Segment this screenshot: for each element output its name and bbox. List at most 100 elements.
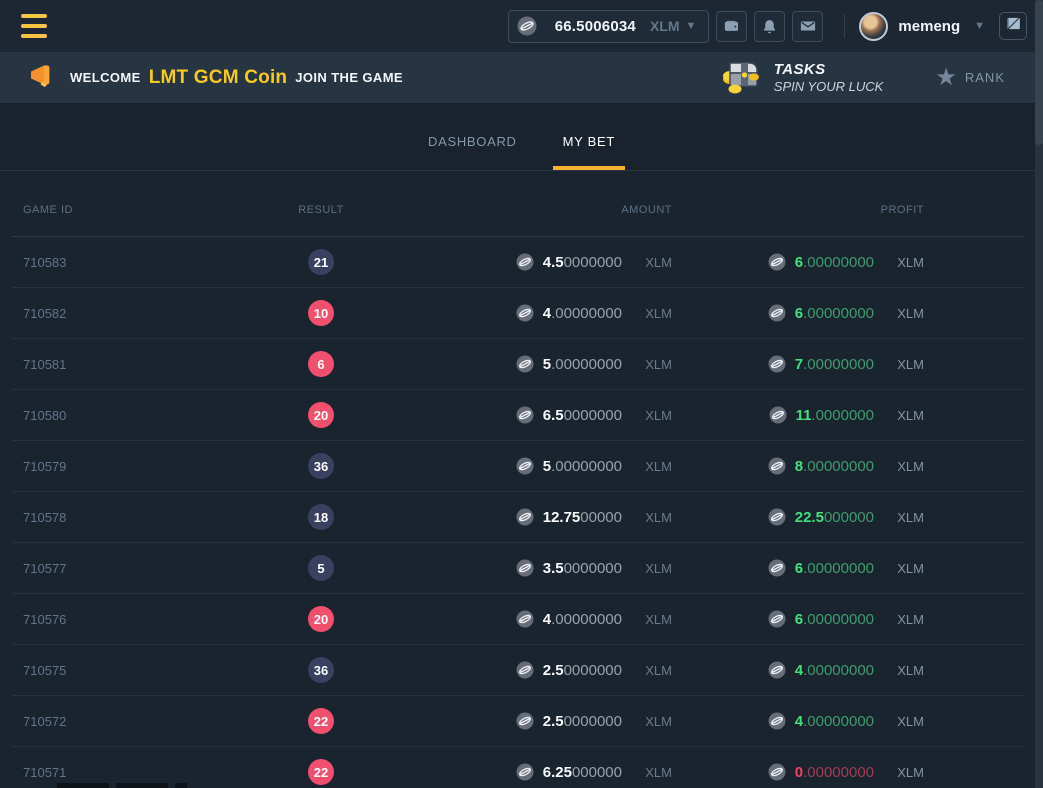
amount-zeros: 0000000: [564, 407, 622, 424]
partial-bottom-element: [116, 783, 168, 788]
profit-main: 22.5: [795, 509, 824, 526]
profit-cell: 11.0000000 XLM: [672, 406, 1025, 424]
result-badge: 10: [308, 300, 334, 326]
profit-cell: 4.00000000 XLM: [672, 661, 1025, 679]
profit-zeros: .00000000: [803, 662, 874, 679]
messages-button[interactable]: [792, 11, 823, 42]
table-header-row: GAME ID RESULT AMOUNT PROFIT: [12, 171, 1025, 237]
table-row: 710579 36 5.00000000 XLM 8.00000000 XLM: [12, 441, 1025, 492]
tasks-button[interactable]: TASKS SPIN YOUR LUCK: [718, 55, 884, 100]
profit-cell: 6.00000000 XLM: [672, 253, 1025, 271]
game-id: 710571: [12, 765, 272, 780]
xlm-coin-icon: [516, 304, 534, 322]
profit-zeros: .00000000: [803, 560, 874, 577]
amount-currency: XLM: [644, 408, 672, 423]
xlm-coin-icon: [768, 661, 786, 679]
amount-main: 2.5: [543, 713, 564, 730]
profit-zeros: .00000000: [803, 611, 874, 628]
amount-cell: 2.50000000 XLM: [370, 661, 672, 679]
profit-cell: 4.00000000 XLM: [672, 712, 1025, 730]
profit-main: 11: [796, 407, 812, 424]
amount-currency: XLM: [644, 459, 672, 474]
bell-icon: [761, 18, 778, 35]
xlm-coin-icon: [768, 253, 786, 271]
amount-main: 4: [543, 611, 551, 628]
profit-cell: 22.5000000 XLM: [672, 508, 1025, 526]
game-id: 710576: [12, 612, 272, 627]
balance-dropdown[interactable]: 66.5006034 XLM ▼: [508, 10, 710, 43]
amount-cell: 5.00000000 XLM: [370, 457, 672, 475]
xlm-coin-icon: [516, 661, 534, 679]
scrollbar-thumb[interactable]: [1035, 0, 1043, 145]
avatar: [859, 12, 888, 41]
table-row: 710576 20 4.00000000 XLM 6.00000000 XLM: [12, 594, 1025, 645]
tab-dashboard[interactable]: DASHBOARD: [428, 103, 517, 170]
partial-bottom-element: [175, 783, 187, 788]
hamburger-icon: [21, 14, 47, 18]
profit-main: 6: [795, 611, 803, 628]
welcome-suffix: JOIN THE GAME: [295, 70, 403, 85]
tab-bar: DASHBOARD MY BET: [0, 103, 1043, 171]
xlm-coin-icon: [768, 355, 786, 373]
xlm-coin-icon: [768, 508, 786, 526]
xlm-coin-icon: [768, 457, 786, 475]
header-amount: AMOUNT: [370, 204, 672, 216]
scrollbar-track[interactable]: [1035, 0, 1043, 788]
bet-table-body: 710583 21 4.50000000 XLM 6.00000000 XLM …: [12, 237, 1025, 788]
profit-cell: 6.00000000 XLM: [672, 610, 1025, 628]
amount-main: 4: [543, 305, 551, 322]
game-id: 710583: [12, 255, 272, 270]
result-badge: 21: [308, 249, 334, 275]
game-id: 710581: [12, 357, 272, 372]
amount-main: 6.25: [543, 764, 572, 781]
xlm-coin-icon: [516, 355, 534, 373]
header-result: RESULT: [272, 204, 370, 216]
megaphone-icon: [28, 61, 56, 94]
profit-main: 6: [795, 305, 803, 322]
amount-currency: XLM: [644, 357, 672, 372]
rank-button[interactable]: ★ RANK: [935, 66, 1005, 90]
amount-cell: 4.00000000 XLM: [370, 304, 672, 322]
profit-zeros: .00000000: [803, 764, 874, 781]
announcement-bar: WELCOME LMT GCM Coin JOIN THE GAME TASKS: [0, 52, 1043, 103]
profit-currency: XLM: [896, 459, 924, 474]
game-id: 710579: [12, 459, 272, 474]
profit-cell: 7.00000000 XLM: [672, 355, 1025, 373]
amount-currency: XLM: [644, 765, 672, 780]
result-badge: 20: [308, 402, 334, 428]
profit-zeros: .00000000: [803, 305, 874, 322]
tab-my-bet[interactable]: MY BET: [563, 103, 615, 170]
table-row: 710583 21 4.50000000 XLM 6.00000000 XLM: [12, 237, 1025, 288]
amount-cell: 12.7500000 XLM: [370, 508, 672, 526]
profit-cell: 0.00000000 XLM: [672, 763, 1025, 781]
envelope-icon: [799, 17, 817, 35]
amount-zeros: 0000000: [564, 713, 622, 730]
result-badge: 36: [308, 657, 334, 683]
amount-zeros: .00000000: [551, 356, 622, 373]
amount-zeros: 0000000: [564, 560, 622, 577]
chat-button[interactable]: [999, 12, 1027, 40]
table-row: 710571 22 6.25000000 XLM 0.00000000 XLM: [12, 747, 1025, 788]
xlm-coin-icon: [516, 712, 534, 730]
amount-cell: 6.25000000 XLM: [370, 763, 672, 781]
user-menu[interactable]: memeng ▼: [859, 12, 985, 41]
chat-icon: [1005, 15, 1022, 37]
table-row: 710581 6 5.00000000 XLM 7.00000000 XLM: [12, 339, 1025, 390]
profit-main: 0: [795, 764, 803, 781]
amount-main: 5: [543, 356, 551, 373]
top-bar: 66.5006034 XLM ▼: [0, 0, 1043, 52]
amount-cell: 5.00000000 XLM: [370, 355, 672, 373]
tasks-title: TASKS: [774, 61, 884, 78]
chevron-down-icon: ▼: [686, 20, 697, 32]
wallet-button[interactable]: [716, 11, 747, 42]
notifications-button[interactable]: [754, 11, 785, 42]
welcome-message: WELCOME LMT GCM Coin JOIN THE GAME: [70, 67, 403, 89]
profit-zeros: .00000000: [803, 254, 874, 271]
xlm-coin-icon: [516, 610, 534, 628]
profit-currency: XLM: [896, 306, 924, 321]
header-game-id: GAME ID: [12, 204, 272, 216]
amount-currency: XLM: [644, 663, 672, 678]
amount-currency: XLM: [644, 306, 672, 321]
wallet-icon: [723, 17, 741, 35]
menu-button[interactable]: [21, 14, 47, 38]
